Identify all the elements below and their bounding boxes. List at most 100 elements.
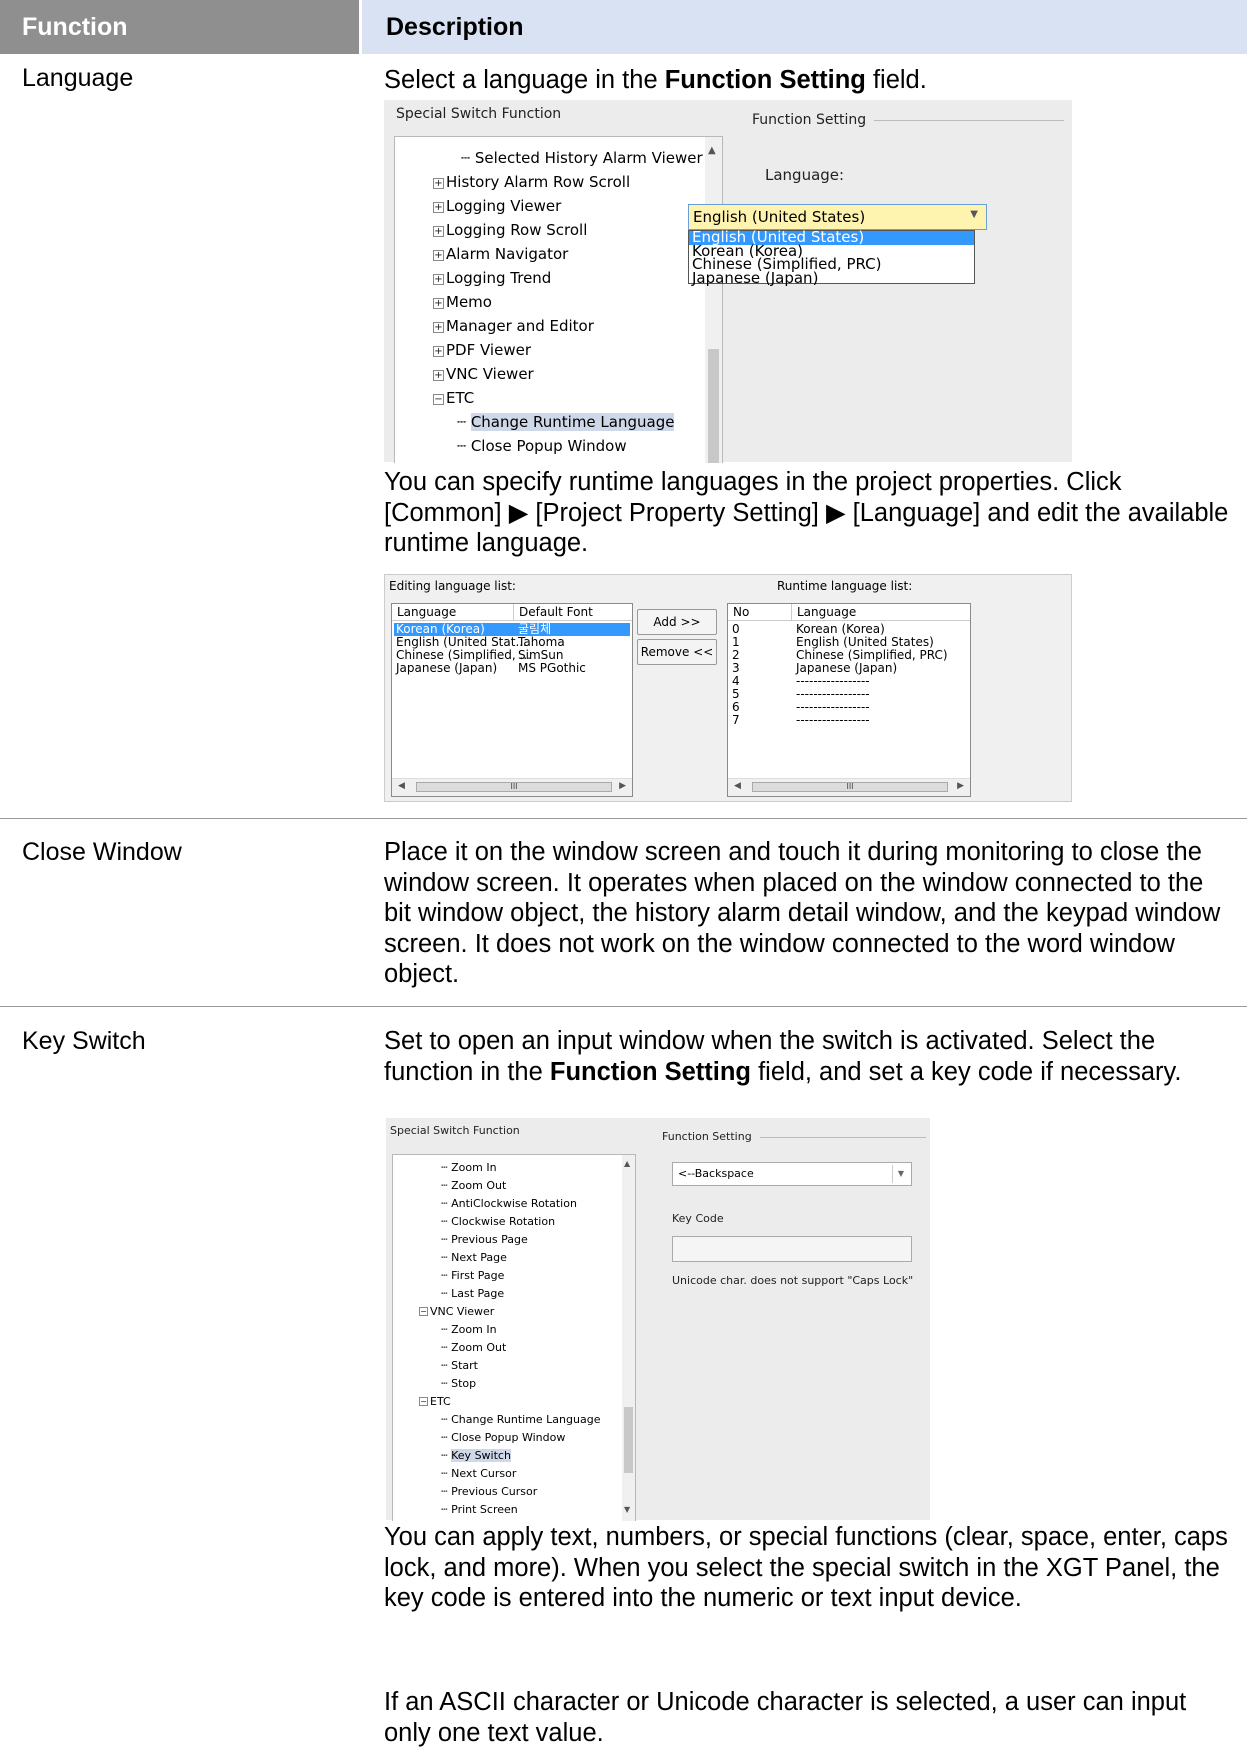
scroll-thumb[interactable] — [624, 1407, 633, 1473]
tree-item[interactable]: ┄ Zoom Out — [441, 1341, 506, 1354]
chevron-down-icon[interactable]: ▼ — [970, 209, 978, 220]
scroll-left-icon[interactable]: ◀ — [734, 781, 741, 791]
special-switch-tree[interactable]: ┄ Zoom In ┄ Zoom Out ┄ AntiClockwise Rot… — [392, 1154, 636, 1521]
list-item[interactable]: Japanese (Japan) MS PGothic — [394, 662, 630, 675]
tree-item[interactable]: + Logging Viewer — [433, 197, 561, 215]
tree-scrollbar[interactable]: ▲ — [705, 137, 722, 463]
tree-item[interactable]: ┄ Zoom In — [441, 1323, 497, 1336]
runtime-list-label: Runtime language list: — [777, 579, 913, 593]
tree-item-selected[interactable]: ┄ Change Runtime Language — [457, 413, 675, 431]
tree-item[interactable]: ┄ Clockwise Rotation — [441, 1215, 555, 1228]
tree-item[interactable]: ┄ Change Runtime Language — [441, 1413, 600, 1426]
tree-title: Special Switch Function — [396, 106, 562, 122]
add-button[interactable]: Add >> — [637, 609, 717, 635]
key-switch-para2: You can apply text, numbers, or special … — [384, 1523, 1228, 1612]
dropdown-option[interactable]: Japanese (Japan) — [689, 270, 974, 286]
function-setting-label: Function Setting — [662, 1130, 752, 1143]
scroll-up-icon[interactable]: ▲ — [708, 145, 716, 156]
tree-item[interactable]: + Logging Trend — [433, 269, 551, 287]
key-function-combobox[interactable]: <--Backspace ▼ — [672, 1162, 912, 1186]
tree-item[interactable]: ┄ Previous Page — [441, 1233, 528, 1246]
expand-icon[interactable]: + — [433, 178, 444, 189]
tree-item[interactable]: + VNC Viewer — [433, 365, 534, 383]
language-intro: Select a language in the Function Settin… — [384, 66, 927, 94]
tree-item[interactable]: ┄ Zoom Out — [441, 1179, 506, 1192]
tree-item[interactable]: ┄ First Page — [441, 1269, 504, 1282]
scroll-up-icon[interactable]: ▲ — [624, 1159, 630, 1168]
language-para2: You can specify runtime languages in the… — [384, 468, 1229, 557]
tree-item[interactable]: ┄ Last Page — [441, 1287, 504, 1300]
tree-item[interactable]: ┄ Print Screen — [441, 1503, 518, 1516]
tree-item[interactable]: + Alarm Navigator — [433, 245, 568, 263]
collapse-icon[interactable]: − — [419, 1397, 428, 1406]
scroll-left-icon[interactable]: ◀ — [398, 781, 405, 791]
scroll-thumb[interactable]: III — [752, 782, 948, 792]
tree-item[interactable]: ┄ Previous Cursor — [441, 1485, 537, 1498]
close-window-text: Place it on the window screen and touch … — [384, 838, 1221, 988]
scroll-right-icon[interactable]: ▶ — [619, 781, 626, 791]
tree-item[interactable]: ┄ Next Cursor — [441, 1467, 516, 1480]
function-language: Language — [22, 64, 134, 92]
expand-icon[interactable]: + — [433, 346, 444, 357]
language-combobox[interactable]: English (United States) ▼ — [688, 204, 987, 230]
tree-item[interactable]: + Logging Row Scroll — [433, 221, 587, 239]
expand-icon[interactable]: + — [433, 322, 444, 333]
expand-icon[interactable]: + — [433, 202, 444, 213]
tree-item[interactable]: + PDF Viewer — [433, 341, 531, 359]
tree-item[interactable]: − ETC — [419, 1395, 451, 1408]
chevron-down-icon[interactable]: ▼ — [892, 1165, 909, 1183]
special-switch-tree[interactable]: ┄ Selected History Alarm Viewer L + Histo… — [394, 136, 723, 463]
key-code-label: Key Code — [672, 1212, 724, 1225]
expand-icon[interactable]: + — [433, 274, 444, 285]
tree-item-selected[interactable]: ┄ Key Switch — [441, 1449, 511, 1462]
row-divider — [0, 1006, 1247, 1007]
expand-icon[interactable]: + — [433, 250, 444, 261]
runtime-language-listview[interactable]: No Language 0 Korean (Korea) 1 English (Un… — [727, 603, 971, 797]
tree-item[interactable]: ┄ Next Page — [441, 1251, 507, 1264]
function-setting-label: Function Setting — [752, 112, 867, 128]
tree-item[interactable]: ┄ Zoom In — [441, 1161, 497, 1174]
function-key-switch: Key Switch — [22, 1027, 146, 1055]
key-switch-intro: Set to open an input window when the swi… — [384, 1027, 1182, 1086]
tree-item[interactable]: + History Alarm Row Scroll — [433, 173, 630, 191]
horizontal-scrollbar[interactable]: ◀ III ▶ — [728, 778, 970, 796]
col-language[interactable]: Language — [392, 604, 514, 621]
unicode-note: Unicode char. does not support "Caps Loc… — [672, 1274, 914, 1287]
expand-icon[interactable]: + — [433, 226, 444, 237]
tree-item[interactable]: ┄ Close Popup Window — [457, 437, 627, 455]
tree-item[interactable]: ┄ Selected History Alarm Viewer L — [461, 149, 716, 167]
tree-scrollbar[interactable]: ▲ ▼ — [622, 1155, 635, 1521]
scroll-thumb[interactable] — [708, 349, 719, 463]
function-close-window: Close Window — [22, 838, 182, 866]
scroll-thumb[interactable]: III — [416, 782, 612, 792]
language-label: Language: — [765, 166, 845, 184]
language-setting-screenshot: Special Switch Function Function Setting… — [384, 100, 1072, 463]
col-language[interactable]: Language — [792, 604, 970, 621]
col-no[interactable]: No — [728, 604, 792, 621]
tree-title: Special Switch Function — [390, 1124, 520, 1137]
expand-icon[interactable]: + — [433, 370, 444, 381]
header-description: Description — [362, 0, 1247, 54]
tree-item[interactable]: + Manager and Editor — [433, 317, 594, 335]
scroll-down-icon[interactable]: ▼ — [624, 1505, 630, 1514]
language-dropdown-list[interactable]: English (United States) Korean (Korea) C… — [688, 230, 975, 286]
tree-item[interactable]: − ETC — [433, 389, 474, 407]
scroll-right-icon[interactable]: ▶ — [957, 781, 964, 791]
row-divider — [0, 818, 1247, 819]
remove-button[interactable]: Remove << — [637, 639, 717, 665]
tree-item[interactable]: − VNC Viewer — [419, 1305, 494, 1318]
key-switch-para3: If an ASCII character or Unicode charact… — [384, 1688, 1187, 1747]
tree-item[interactable]: ┄ Stop — [441, 1377, 476, 1390]
editing-language-listview[interactable]: Language Default Font Korean (Korea) 굴림체 … — [391, 603, 633, 797]
expand-icon[interactable]: + — [433, 298, 444, 309]
key-code-input[interactable] — [672, 1236, 912, 1262]
tree-item[interactable]: ┄ Start — [441, 1359, 478, 1372]
tree-item[interactable]: ┄ AntiClockwise Rotation — [441, 1197, 577, 1210]
col-default-font[interactable]: Default Font — [514, 604, 632, 621]
list-item[interactable]: 7 ----------------- — [730, 714, 968, 727]
collapse-icon[interactable]: − — [433, 394, 444, 405]
tree-item[interactable]: + Memo — [433, 293, 492, 311]
horizontal-scrollbar[interactable]: ◀ III ▶ — [392, 778, 632, 796]
tree-item[interactable]: ┄ Close Popup Window — [441, 1431, 565, 1444]
collapse-icon[interactable]: − — [419, 1307, 428, 1316]
